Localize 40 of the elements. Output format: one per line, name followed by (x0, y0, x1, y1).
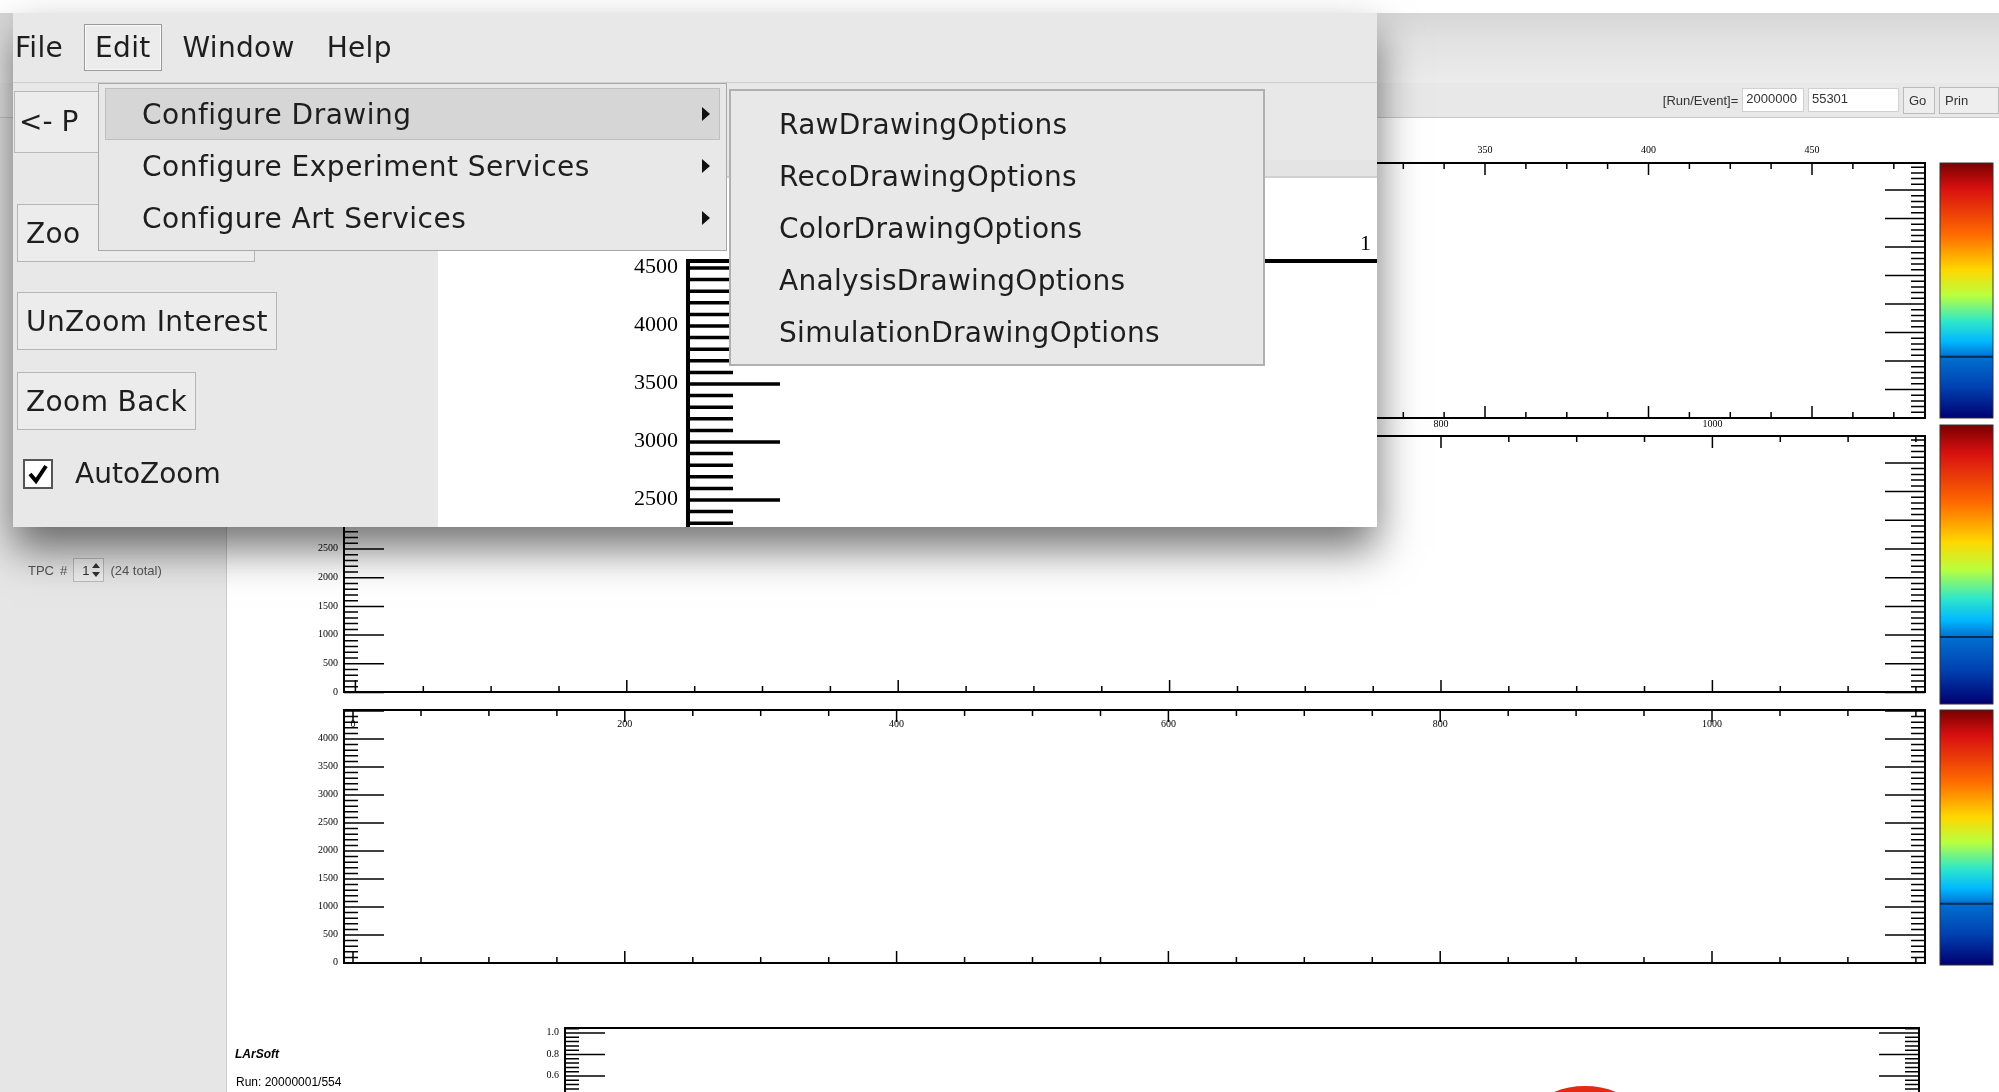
tick-label: 1000 (1702, 418, 1723, 429)
tick-label: 1500 (318, 872, 338, 884)
tick-label: 800 (1433, 418, 1449, 429)
tick-label: 3000 (318, 788, 338, 800)
tick-label: 2000 (318, 844, 338, 856)
run-label: Run: 20000001/554 (236, 1075, 342, 1089)
tick-label: 3500 (318, 760, 338, 772)
tick-label: 2000 (318, 571, 338, 582)
tick-label: 4000 (318, 732, 338, 744)
tick-label: 0 (333, 685, 338, 697)
tpc-total: (24 total) (110, 562, 162, 578)
tick-label: 3500 (634, 369, 678, 395)
tick-label: 2500 (318, 542, 338, 554)
tpc-label: TPC (28, 562, 54, 578)
tick-label: 450 (1804, 144, 1820, 155)
tick-label: 350 (1477, 144, 1493, 155)
tick-label: 1500 (318, 599, 338, 611)
tick-label: 2500 (318, 816, 338, 828)
tick-label: 800 (1432, 718, 1448, 729)
tick-label: 2500 (634, 485, 678, 511)
tick-label: 400 (1641, 144, 1656, 155)
number-sign: # (60, 562, 68, 578)
tick-label: 3000 (634, 427, 678, 453)
tick-label: 1000 (318, 628, 338, 640)
tick-label: 1.0 (546, 1026, 559, 1038)
tick-label: 1000 (318, 900, 338, 912)
tick-label: 4500 (634, 253, 678, 279)
tick-label: 0.8 (546, 1047, 559, 1059)
app-title: LArSoft (235, 1047, 279, 1061)
tick-label: 1 (1360, 230, 1371, 255)
tick-label: 0 (333, 956, 338, 968)
tick-label: 500 (323, 928, 338, 940)
tick-label: 600 (1160, 718, 1176, 729)
tick-label: 400 (889, 718, 905, 729)
tick-label: 0.6 (546, 1069, 559, 1081)
tick-label: 500 (323, 657, 338, 669)
tick-label: 200 (617, 718, 633, 729)
tick-label: 4000 (634, 311, 678, 337)
run-event-label: [Run/Event]= (1661, 92, 1739, 108)
tick-label: 1000 (1702, 718, 1722, 729)
